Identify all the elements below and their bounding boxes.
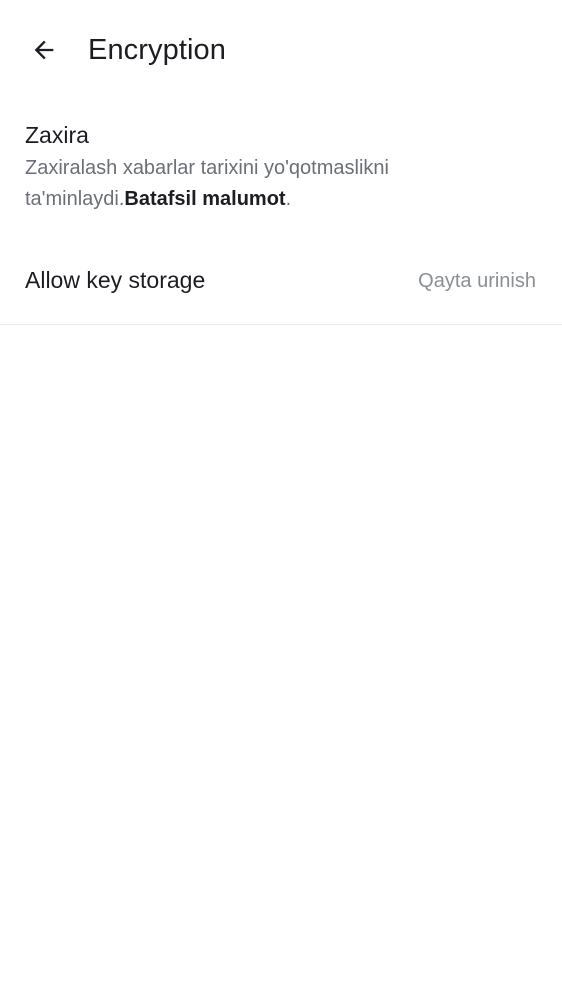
learn-more-link[interactable]: Batafsil malumot bbox=[124, 188, 285, 210]
top-app-bar: Encryption bbox=[0, 0, 562, 100]
back-button[interactable] bbox=[22, 28, 66, 72]
page-title: Encryption bbox=[88, 34, 227, 66]
arrow-left-icon bbox=[30, 36, 58, 64]
backup-section: Zaxira Zaxiralash xabarlar tarixini yo'q… bbox=[25, 120, 537, 215]
backup-title: Zaxira bbox=[25, 122, 89, 148]
retry-button[interactable]: Qayta urinish bbox=[418, 267, 536, 295]
key-storage-row[interactable]: Allow key storage Qayta urinish bbox=[0, 236, 562, 325]
backup-description: Zaxiralash xabarlar tarixini yo'qotmasli… bbox=[25, 153, 495, 215]
description-period: . bbox=[285, 188, 292, 210]
key-storage-label: Allow key storage bbox=[25, 267, 206, 293]
